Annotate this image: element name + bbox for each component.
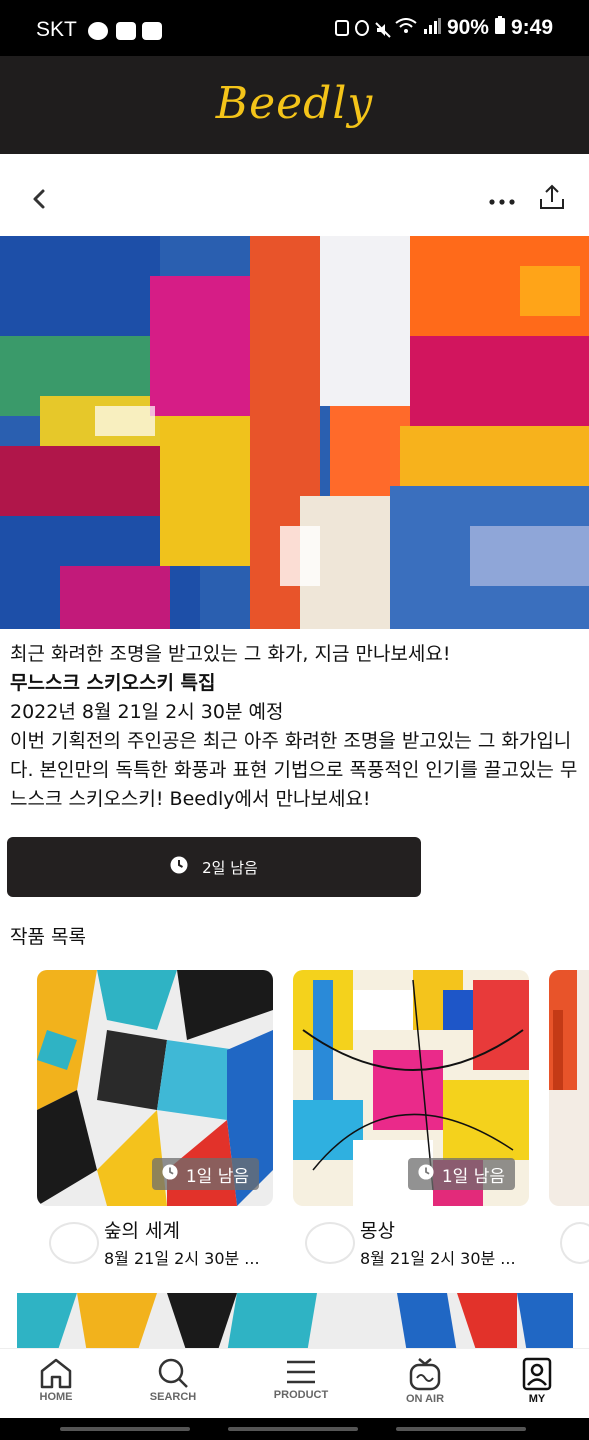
works-section-title: 작품 목록 <box>10 926 86 948</box>
wifi-icon <box>395 16 417 40</box>
nav-search-label: SEARCH <box>149 1391 197 1403</box>
home-icon <box>40 1358 72 1389</box>
nav-product-label: PRODUCT <box>273 1389 329 1401</box>
chevron-left-icon[interactable] <box>22 182 56 216</box>
battery-saver-icon <box>334 20 349 36</box>
battery-percent: 90% <box>446 16 489 39</box>
nav-search[interactable]: SEARCH <box>123 1355 223 1417</box>
beedly-logo[interactable]: Beedly <box>0 78 589 129</box>
work-card[interactable]: 1일 남음 숲의 세계 8월 21일 2시 30분 ... <box>37 970 273 1268</box>
system-back-gesture[interactable] <box>60 1427 190 1431</box>
work-card[interactable]: 1일 남음 몽상 8월 21일 2시 30분 ... <box>293 970 529 1268</box>
app-notification-icon <box>116 22 136 40</box>
user-icon <box>522 1357 552 1391</box>
nav-on-air[interactable]: ON AIR <box>375 1355 475 1417</box>
nav-home-label: HOME <box>39 1391 73 1403</box>
talk-notification-icon <box>88 22 108 40</box>
clock-icon <box>162 1163 178 1185</box>
work-thumbnail: 1일 남음 <box>37 970 273 1206</box>
artist-avatar <box>560 1222 589 1264</box>
nav-my-label: MY <box>528 1393 546 1405</box>
time-left-badge: 1일 남음 <box>151 1158 259 1190</box>
work-title: 몽상 <box>360 1220 395 1242</box>
work-date: 8월 21일 2시 30분 ... <box>104 1249 260 1268</box>
promo-banner-image[interactable] <box>17 1293 573 1353</box>
work-card-peek[interactable] <box>549 970 589 1206</box>
system-home-gesture[interactable] <box>228 1427 358 1431</box>
more-horizontal-icon[interactable] <box>484 188 520 208</box>
share-icon[interactable] <box>536 182 568 214</box>
mute-icon <box>375 20 391 38</box>
countdown-button[interactable]: 2일 남음 <box>7 837 421 897</box>
clock-icon <box>170 856 188 878</box>
work-title: 숲의 세계 <box>104 1220 180 1242</box>
time-left-label: 1일 남음 <box>441 1166 505 1187</box>
search-icon <box>158 1358 188 1388</box>
artist-avatar <box>305 1222 355 1264</box>
nav-my[interactable]: MY <box>487 1355 587 1417</box>
alarm-icon <box>354 20 369 36</box>
exhibition-info: 최근 화려한 조명을 받고있는 그 화가, 지금 만나보세요! 무느스크 스키오… <box>10 640 580 814</box>
nav-on-air-label: ON AIR <box>405 1393 445 1405</box>
menu-icon <box>287 1360 315 1384</box>
carrier-label: SKT <box>36 18 77 41</box>
nav-product[interactable]: PRODUCT <box>251 1355 351 1417</box>
time-left-label: 1일 남음 <box>185 1166 249 1187</box>
work-date: 8월 21일 2시 30분 ... <box>360 1249 516 1268</box>
clock-icon <box>418 1163 434 1185</box>
exhibition-hero-image <box>0 236 589 629</box>
nav-home[interactable]: HOME <box>6 1355 106 1417</box>
signal-icon <box>423 16 441 40</box>
battery-icon <box>494 16 505 40</box>
system-nav-bar <box>0 1418 589 1440</box>
exhibition-tagline: 최근 화려한 조명을 받고있는 그 화가, 지금 만나보세요! <box>10 643 451 665</box>
app-header: Beedly <box>0 56 589 154</box>
time-left-badge: 1일 남음 <box>407 1158 515 1190</box>
work-thumbnail: 1일 남음 <box>293 970 529 1206</box>
tv-icon <box>409 1358 441 1391</box>
clock: 9:49 <box>510 16 553 39</box>
exhibition-description: 이번 기획전의 주인공은 최근 아주 화려한 조명을 받고있는 그 화가입니다.… <box>10 730 578 810</box>
countdown-label: 2일 남음 <box>202 858 258 877</box>
system-recents-gesture[interactable] <box>396 1427 526 1431</box>
exhibition-title: 무느스크 스키오스키 특집 <box>10 672 216 694</box>
status-bar: SKT 90% 9:49 <box>0 0 589 56</box>
exhibition-schedule: 2022년 8월 21일 2시 30분 예정 <box>10 701 284 723</box>
detail-toolbar <box>0 154 589 236</box>
bottom-nav: HOME SEARCH PRODUCT ON AIR MY <box>0 1348 589 1418</box>
image-notification-icon <box>142 22 162 40</box>
artist-avatar <box>49 1222 99 1264</box>
